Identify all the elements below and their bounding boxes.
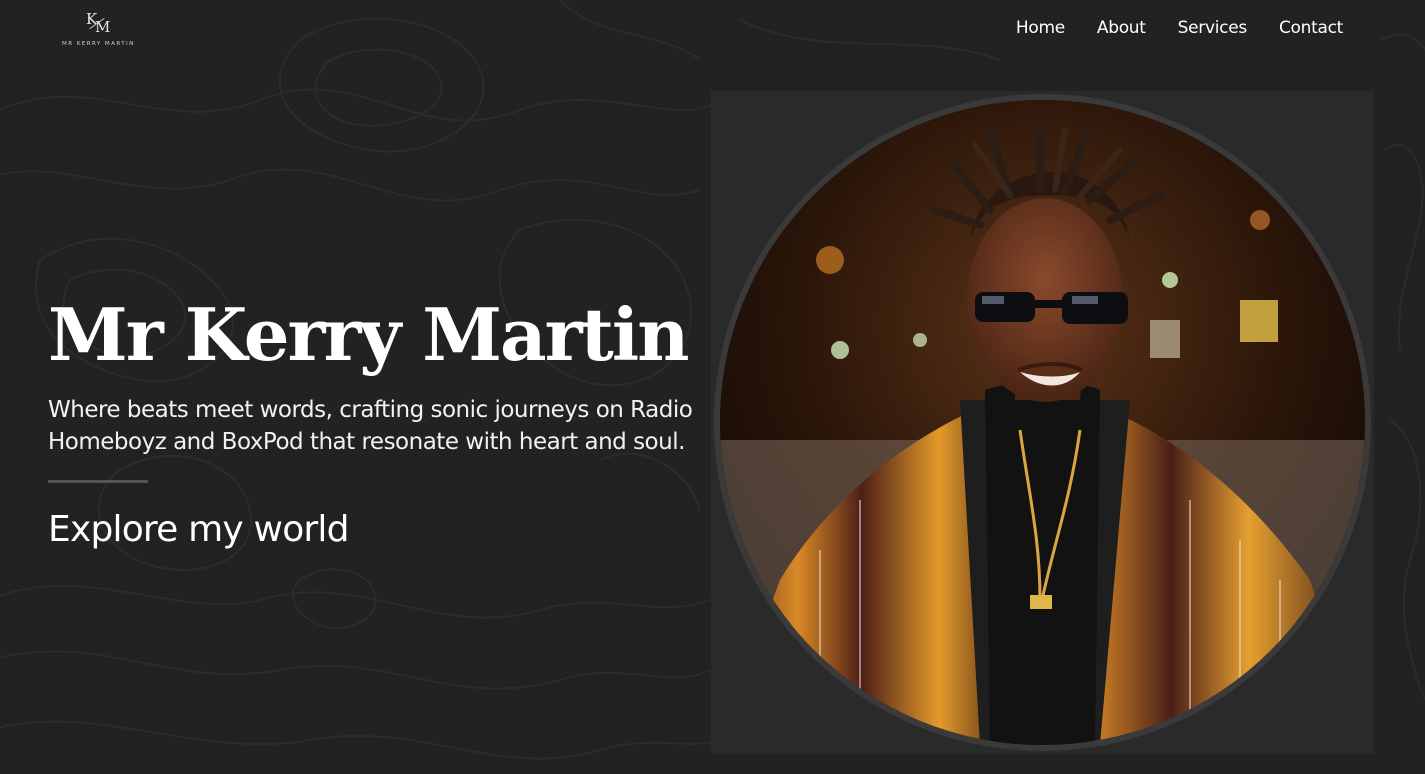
nav-about-link[interactable]: About bbox=[1097, 18, 1146, 38]
main-nav: Home About Services Contact bbox=[1016, 18, 1343, 38]
logo-initial-m: M bbox=[95, 18, 111, 36]
hero-title: Mr Kerry Martin bbox=[48, 292, 690, 377]
portrait-illustration bbox=[720, 100, 1365, 745]
portrait-photo bbox=[714, 94, 1371, 751]
hero-divider bbox=[48, 480, 148, 483]
logo-wordmark: MR KERRY MARTIN bbox=[62, 41, 135, 47]
nav-home-link[interactable]: Home bbox=[1016, 18, 1065, 38]
km-monogram-logo-icon: K M bbox=[84, 10, 112, 38]
nav-services-link[interactable]: Services bbox=[1178, 18, 1248, 38]
portrait-panel bbox=[711, 91, 1374, 754]
hero-subtitle: Where beats meet words, crafting sonic j… bbox=[48, 397, 693, 455]
nav-contact-link[interactable]: Contact bbox=[1279, 18, 1343, 38]
explore-world-link[interactable]: Explore my world bbox=[48, 509, 349, 550]
hero-section: Mr Kerry Martin Where beats meet words, … bbox=[48, 290, 708, 550]
site-logo[interactable]: K M MR KERRY MARTIN bbox=[62, 10, 134, 52]
site-header: K M MR KERRY MARTIN Home About Services … bbox=[0, 0, 1425, 60]
